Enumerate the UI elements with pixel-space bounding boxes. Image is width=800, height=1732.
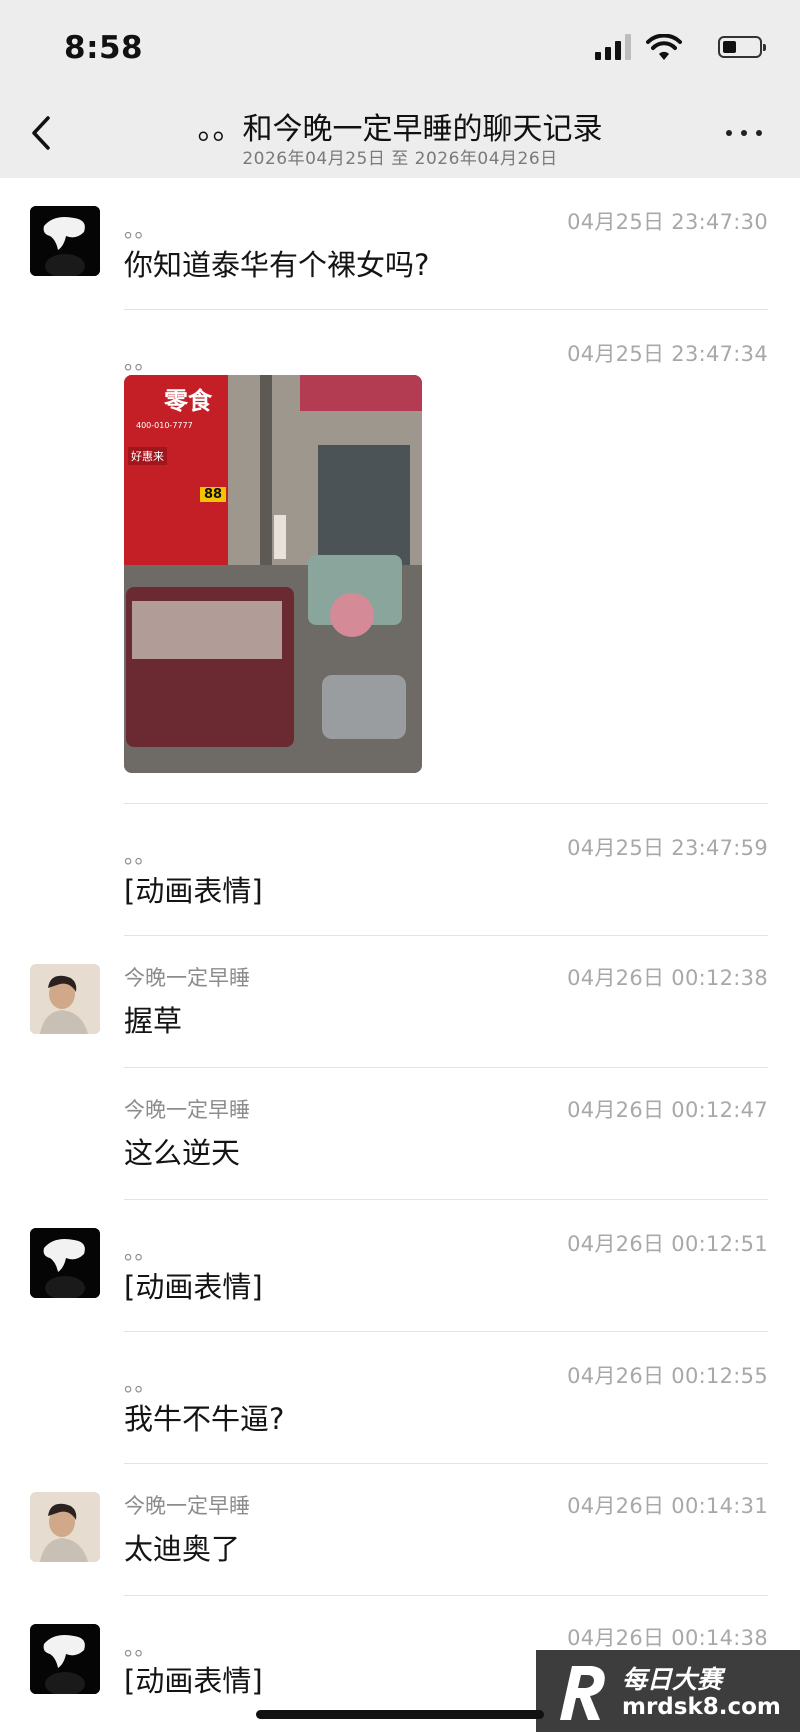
wifi-icon (646, 34, 682, 60)
avatar[interactable] (30, 1624, 100, 1694)
sender-name: 。。 (124, 1372, 156, 1396)
list-item: 。。 04月25日 23:47:59 [动画表情] (0, 804, 800, 936)
avatar[interactable] (30, 1228, 100, 1298)
message-time: 04月26日 00:12:51 (567, 1232, 768, 1256)
list-item: 。。 04月25日 23:47:34 零食 400-010-7777 好惠来 8… (0, 310, 800, 804)
message-text[interactable]: [动画表情] (124, 1264, 263, 1306)
list-item: 今晚一定早睡 04月26日 00:12:47 这么逆天 (0, 1068, 800, 1200)
watermark-r-logo-icon (560, 1666, 605, 1720)
message-time: 04月25日 23:47:59 (567, 836, 768, 860)
cellular-signal-icon (595, 34, 633, 60)
date-range: 2026年04月25日 至 2026年04月26日 (242, 149, 558, 169)
list-item: 今晚一定早睡 04月26日 00:14:31 太迪奥了 (0, 1464, 800, 1596)
list-item: 今晚一定早睡 04月26日 00:12:38 握草 (0, 936, 800, 1068)
list-item: 。。 04月25日 23:47:30 你知道泰华有个裸女吗? (0, 178, 800, 310)
avatar[interactable] (30, 206, 100, 276)
watermark-url: mrdsk8.com (622, 1694, 781, 1720)
message-time: 04月25日 23:47:34 (567, 342, 768, 366)
status-time: 8:58 (64, 30, 144, 66)
nav-bar: 。。和今晚一定早睡的聊天记录 2026年04月25日 至 2026年04月26日 (0, 96, 800, 178)
status-icons (568, 34, 768, 62)
photo-sign-side: 好惠来 (128, 447, 167, 465)
sender-name: 今晚一定早睡 (124, 1494, 250, 1518)
message-time: 04月26日 00:12:38 (567, 966, 768, 990)
list-item: 。。 04月26日 00:12:55 我牛不牛逼? (0, 1332, 800, 1464)
status-bar: 8:58 (0, 0, 800, 96)
sender-name: 。。 (124, 1240, 156, 1264)
watermark-brand: 每日大赛 (622, 1665, 723, 1694)
list-item: 。。 04月26日 00:12:51 [动画表情] (0, 1200, 800, 1332)
avatar-image-icon (30, 1624, 100, 1694)
more-options-button[interactable] (726, 128, 764, 138)
sender-name: 今晚一定早睡 (124, 966, 250, 990)
avatar[interactable] (30, 964, 100, 1034)
message-time: 04月26日 00:14:31 (567, 1494, 768, 1518)
sender-name: 。。 (124, 350, 156, 374)
avatar-image-icon (30, 1492, 100, 1562)
message-time: 04月26日 00:12:55 (567, 1364, 768, 1388)
sender-name: 今晚一定早睡 (124, 1098, 250, 1122)
message-time: 04月25日 23:47:30 (567, 210, 768, 234)
message-text[interactable]: 你知道泰华有个裸女吗? (124, 242, 429, 284)
message-text[interactable]: 这么逆天 (124, 1130, 240, 1172)
page-title: 。。和今晚一定早睡的聊天记录 (197, 112, 603, 147)
avatar[interactable] (30, 1492, 100, 1562)
sender-name: 。。 (124, 218, 156, 242)
message-text[interactable]: [动画表情] (124, 1658, 263, 1700)
avatar-image-icon (30, 1228, 100, 1298)
message-photo[interactable]: 零食 400-010-7777 好惠来 88 (124, 375, 422, 773)
message-text[interactable]: 握草 (124, 998, 182, 1040)
message-text[interactable]: 我牛不牛逼? (124, 1396, 284, 1438)
sender-name: 。。 (124, 844, 156, 868)
message-text[interactable]: 太迪奥了 (124, 1526, 240, 1568)
message-time: 04月26日 00:12:47 (567, 1098, 768, 1122)
photo-price-sign: 88 (200, 487, 227, 502)
street-photo-image (124, 375, 422, 773)
home-indicator[interactable] (256, 1710, 544, 1719)
avatar-image-icon (30, 206, 100, 276)
avatar-image-icon (30, 964, 100, 1034)
photo-sign-text: 零食 (164, 387, 212, 415)
chat-history-list: 。。 04月25日 23:47:30 你知道泰华有个裸女吗? 。。 04月25日… (0, 178, 800, 1716)
watermark-logo: 每日大赛 mrdsk8.com (536, 1650, 800, 1732)
message-text[interactable]: [动画表情] (124, 868, 263, 910)
photo-sign-phone: 400-010-7777 (136, 421, 193, 430)
battery-icon (718, 36, 766, 58)
message-time: 04月26日 00:14:38 (567, 1626, 768, 1650)
